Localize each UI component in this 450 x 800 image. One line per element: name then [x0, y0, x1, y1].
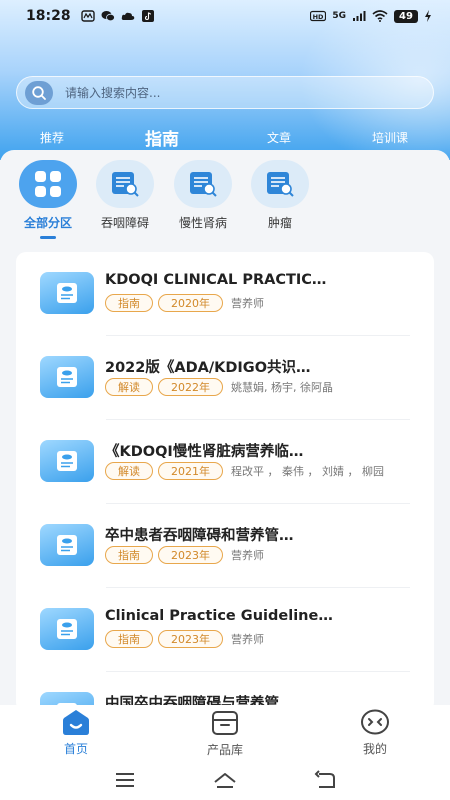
year-badge: 2020年 [158, 294, 223, 312]
item-author: 姚慧娟, 杨宇, 徐阿晶 [231, 381, 333, 394]
back-icon[interactable] [313, 768, 337, 792]
search-bar[interactable] [16, 76, 434, 109]
home-icon [63, 710, 89, 735]
item-author: 营养师 [231, 633, 264, 646]
category-label: 肿瘤 [267, 216, 292, 230]
year-badge: 2021年 [158, 462, 223, 480]
hd-icon: HD [310, 10, 327, 22]
item-title: 《KDOQI慢性肾脏病营养临… [105, 444, 304, 460]
list-item[interactable]: Clinical Practice Guideline… 指南 2023年 营养… [16, 588, 434, 672]
nav-label: 首页 [63, 742, 88, 756]
wifi-icon [372, 10, 388, 22]
tab-articles[interactable]: 文章 [267, 122, 291, 152]
app-notification-icon [80, 10, 95, 22]
item-title: 卒中患者吞咽障碍和营养管… [105, 528, 294, 544]
tiktok-icon [141, 10, 154, 22]
status-left: 18:28 [26, 8, 155, 24]
search-icon[interactable] [25, 80, 53, 105]
document-icon [40, 272, 94, 314]
battery-indicator: 49 [394, 9, 418, 23]
product-box-icon [212, 711, 238, 735]
document-icon [40, 608, 94, 650]
document-icon [40, 440, 94, 482]
item-author: 营养师 [231, 297, 264, 310]
item-meta: 解读 2022年 姚慧娟, 杨宇, 徐阿晶 [105, 378, 333, 396]
document-icon [40, 524, 94, 566]
tab-recommend[interactable]: 推荐 [40, 122, 64, 152]
item-author: 营养师 [231, 549, 264, 562]
wechat-icon [101, 11, 115, 22]
status-right: HD 5G 49 [310, 9, 432, 23]
menu-icon[interactable] [113, 768, 137, 792]
nav-label: 产品库 [206, 743, 243, 757]
list-item[interactable]: 2022版《ADA/KDIGO共识… 解读 2022年 姚慧娟, 杨宇, 徐阿晶 [16, 336, 434, 420]
active-category-indicator [40, 236, 56, 239]
category-ckd[interactable]: 慢性肾病 [167, 160, 239, 231]
document-icon [40, 356, 94, 398]
tab-guide[interactable]: 指南 [145, 122, 179, 152]
item-meta: 解读 2021年 程改平 ， 秦伟 ， 刘婧 ， 柳园 [105, 462, 384, 480]
category-label: 吞咽障碍 [100, 216, 149, 230]
home-button-icon[interactable] [213, 768, 237, 792]
year-badge: 2023年 [158, 546, 223, 564]
nav-products[interactable]: 产品库 [180, 705, 270, 760]
system-navigation [0, 760, 450, 800]
nav-profile[interactable]: 我的 [330, 705, 420, 760]
guide-list: KDOQI CLINICAL PRACTIC… 指南 2020年 营养师 202… [16, 252, 434, 712]
category-label: 慢性肾病 [178, 216, 227, 230]
type-badge: 指南 [105, 294, 153, 312]
type-badge: 解读 [105, 462, 153, 480]
document-search-icon [251, 160, 309, 208]
item-author: 程改平 ， 秦伟 ， 刘婧 ， 柳园 [231, 465, 384, 478]
charging-icon [425, 10, 431, 22]
status-bar: 18:28 HD 5G 49 [0, 0, 450, 32]
category-bar: 全部分区 吞咽障碍 慢性肾病 肿瘤 [0, 160, 450, 240]
nav-home[interactable]: 首页 [31, 705, 121, 760]
nav-label: 我的 [362, 742, 387, 756]
type-badge: 解读 [105, 378, 153, 396]
item-title: 2022版《ADA/KDIGO共识… [105, 360, 311, 376]
bottom-navigation: 首页 产品库 我的 [0, 705, 450, 760]
cloud-icon [121, 12, 134, 20]
document-search-icon [96, 160, 154, 208]
network-type: 5G [332, 11, 346, 21]
type-badge: 指南 [105, 546, 153, 564]
item-title: Clinical Practice Guideline… [105, 608, 333, 624]
item-meta: 指南 2020年 营养师 [105, 294, 264, 312]
category-dysphagia[interactable]: 吞咽障碍 [89, 160, 161, 231]
svg-text:HD: HD [313, 13, 324, 21]
list-item[interactable]: 《KDOQI慢性肾脏病营养临… 解读 2021年 程改平 ， 秦伟 ， 刘婧 ，… [16, 420, 434, 504]
year-badge: 2022年 [158, 378, 223, 396]
category-all[interactable]: 全部分区 [12, 160, 84, 231]
list-item[interactable]: 卒中患者吞咽障碍和营养管… 指南 2023年 营养师 [16, 504, 434, 588]
document-search-icon [174, 160, 232, 208]
item-meta: 指南 2023年 营养师 [105, 546, 264, 564]
category-label: 全部分区 [23, 216, 72, 230]
item-meta: 指南 2023年 营养师 [105, 630, 264, 648]
profile-face-icon [361, 709, 389, 735]
type-badge: 指南 [105, 630, 153, 648]
category-tumor[interactable]: 肿瘤 [244, 160, 316, 231]
search-input[interactable] [65, 85, 405, 100]
grid-icon [19, 160, 77, 208]
tab-training[interactable]: 培训课 [372, 122, 408, 152]
year-badge: 2023年 [158, 630, 223, 648]
status-time: 18:28 [26, 8, 71, 24]
item-title: KDOQI CLINICAL PRACTIC… [105, 272, 327, 288]
signal-icon [353, 11, 366, 21]
list-item[interactable]: KDOQI CLINICAL PRACTIC… 指南 2020年 营养师 [16, 252, 434, 336]
